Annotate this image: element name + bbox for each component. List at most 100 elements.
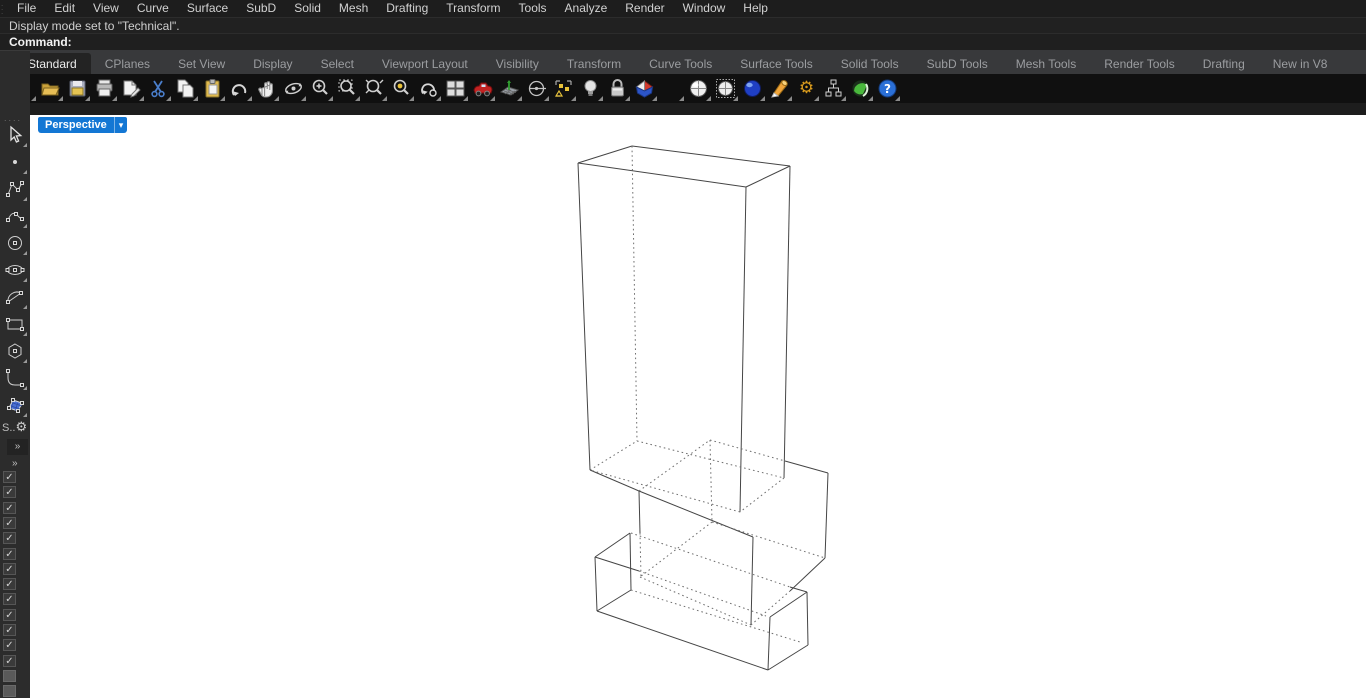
check-toggle[interactable]: ✓: [3, 501, 16, 514]
tab-new-in-v8[interactable]: New in V8: [1259, 53, 1342, 74]
gear-icon[interactable]: ⚙: [15, 419, 27, 434]
control-point-curve-tool-button[interactable]: [3, 177, 27, 201]
tab-viewport-layout[interactable]: Viewport Layout: [368, 53, 482, 74]
spotlight-button[interactable]: [766, 76, 793, 102]
menu-tools[interactable]: Tools: [510, 0, 556, 17]
paste-button[interactable]: [199, 76, 226, 102]
chevron-down-icon[interactable]: ▾: [113, 117, 128, 133]
check-toggle[interactable]: ✓: [3, 532, 16, 545]
fillet-curve-tool-button[interactable]: [3, 366, 27, 390]
tab-solid-tools[interactable]: Solid Tools: [827, 53, 913, 74]
check-toggle[interactable]: ✓: [3, 486, 16, 499]
tab-render-tools[interactable]: Render Tools: [1090, 53, 1189, 74]
undo-button[interactable]: [226, 76, 253, 102]
menu-solid[interactable]: Solid: [285, 0, 330, 17]
check-toggle[interactable]: ✓: [3, 624, 16, 636]
menu-view[interactable]: View: [84, 0, 128, 17]
copy-button[interactable]: [172, 76, 199, 102]
tab-select[interactable]: Select: [307, 53, 368, 74]
blank-toggle[interactable]: [3, 669, 16, 682]
perspective-viewport[interactable]: Perspective ▾: [30, 115, 1366, 698]
rectangle-tool-button[interactable]: [3, 312, 27, 336]
menu-analyze[interactable]: Analyze: [556, 0, 617, 17]
polygon-tool-button[interactable]: [3, 339, 27, 363]
select-arrow-tool-button[interactable]: [3, 123, 27, 147]
ellipse-tool-button[interactable]: [3, 258, 27, 282]
point-tool-button[interactable]: [3, 150, 27, 174]
arc-tool-button[interactable]: [3, 285, 27, 309]
sidebar-grip[interactable]: ....: [4, 113, 22, 123]
check-toggle[interactable]: ✓: [3, 654, 16, 667]
command-line[interactable]: Command:: [0, 33, 1366, 50]
tab-curve-tools[interactable]: Curve Tools: [635, 53, 726, 74]
zoom-button[interactable]: [307, 76, 334, 102]
menu-transform[interactable]: Transform: [437, 0, 509, 17]
check-toggle[interactable]: ✓: [3, 547, 16, 560]
help-button[interactable]: ?: [874, 76, 901, 102]
tab-display[interactable]: Display: [239, 53, 306, 74]
menu-window[interactable]: Window: [674, 0, 735, 17]
menu-mesh[interactable]: Mesh: [330, 0, 377, 17]
toolbar-substrip: [30, 103, 1366, 115]
pan-button[interactable]: [253, 76, 280, 102]
print-button[interactable]: [91, 76, 118, 102]
menu-drafting[interactable]: Drafting: [377, 0, 437, 17]
render-sphere-button[interactable]: [739, 76, 766, 102]
check-toggle[interactable]: ✓: [3, 562, 16, 575]
check-toggle[interactable]: ✓: [3, 471, 16, 483]
sidebar-expander-2[interactable]: »: [12, 458, 18, 469]
check-toggle[interactable]: ✓: [3, 516, 16, 529]
osnap-points-button[interactable]: [550, 76, 577, 102]
tab-cplanes[interactable]: CPlanes: [91, 53, 164, 74]
tab-visibility[interactable]: Visibility: [482, 53, 553, 74]
menu-surface[interactable]: Surface: [178, 0, 237, 17]
render-preview-button[interactable]: [847, 76, 874, 102]
edit-properties-button[interactable]: [118, 76, 145, 102]
surface-patch-tool-button[interactable]: [3, 393, 27, 417]
interpolate-curve-tool-button[interactable]: [3, 204, 27, 228]
sidebar-expander-1[interactable]: »: [7, 439, 28, 455]
menu-edit[interactable]: Edit: [45, 0, 84, 17]
layer-wedge-button[interactable]: [631, 76, 658, 102]
tab-set-view[interactable]: Set View: [164, 53, 239, 74]
menu-render[interactable]: Render: [616, 0, 673, 17]
lock-button[interactable]: [604, 76, 631, 102]
tab-subd-tools[interactable]: SubD Tools: [913, 53, 1002, 74]
zoom-selected-button[interactable]: [388, 76, 415, 102]
light-bulb-button[interactable]: [577, 76, 604, 102]
sidebar-panel-label: S..⚙: [2, 419, 28, 434]
settings-gears-button[interactable]: ⚙: [793, 76, 820, 102]
menu-curve[interactable]: Curve: [128, 0, 178, 17]
zoom-window-button[interactable]: [334, 76, 361, 102]
menubar-grip[interactable]: ...: [1, 0, 4, 16]
check-toggle[interactable]: ✓: [3, 608, 16, 621]
render-region-button[interactable]: [712, 76, 739, 102]
circle-tool-button[interactable]: [3, 231, 27, 255]
tab-drafting[interactable]: Drafting: [1189, 53, 1259, 74]
check-toggle[interactable]: ✓: [3, 639, 16, 652]
check-toggle[interactable]: ✓: [3, 578, 16, 591]
color-wheel-button[interactable]: [658, 76, 685, 102]
set-view-button[interactable]: [523, 76, 550, 102]
display-car-button[interactable]: [469, 76, 496, 102]
cplane-grid-button[interactable]: [496, 76, 523, 102]
zoom-extents-button[interactable]: [361, 76, 388, 102]
save-button[interactable]: [64, 76, 91, 102]
rotate-view-button[interactable]: [280, 76, 307, 102]
blank-toggle[interactable]: [3, 685, 16, 698]
open-file-button[interactable]: [37, 76, 64, 102]
undo-view-button[interactable]: [415, 76, 442, 102]
menu-subd[interactable]: SubD: [237, 0, 285, 17]
cut-button[interactable]: [145, 76, 172, 102]
tab-surface-tools[interactable]: Surface Tools: [726, 53, 827, 74]
viewport-title-tab[interactable]: Perspective ▾: [38, 117, 128, 133]
tab-transform[interactable]: Transform: [553, 53, 635, 74]
flyout-triangle-icon: [23, 170, 27, 174]
tab-mesh-tools[interactable]: Mesh Tools: [1002, 53, 1090, 74]
check-toggle[interactable]: ✓: [3, 593, 16, 606]
viewport-layout-button[interactable]: [442, 76, 469, 102]
menu-file[interactable]: File: [8, 0, 45, 17]
shaded-sphere-button[interactable]: [685, 76, 712, 102]
hierarchy-button[interactable]: [820, 76, 847, 102]
menu-help[interactable]: Help: [734, 0, 777, 17]
